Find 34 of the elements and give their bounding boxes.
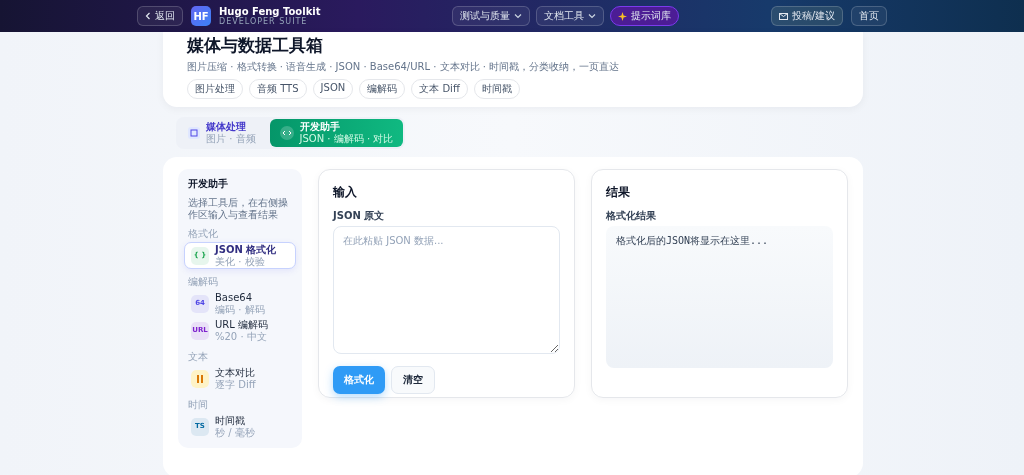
clear-button[interactable]: 清空	[391, 366, 435, 394]
category-tab[interactable]: 媒体处理 图片 · 音频	[178, 119, 266, 147]
chevron-down-icon	[514, 12, 523, 20]
sidebar-description: 选择工具后，在右侧操作区输入与查看结果	[188, 197, 289, 221]
nav-menu-button[interactable]: 测试与质量	[452, 6, 531, 26]
compare-icon	[191, 369, 209, 388]
feedback-button[interactable]: 投稿/建议	[770, 6, 843, 26]
card-title: 结果	[606, 184, 631, 201]
chevron-down-icon	[588, 12, 597, 20]
back-button[interactable]: 返回	[137, 6, 183, 26]
mail-icon	[778, 12, 788, 20]
page-title: 媒体与数据工具箱	[187, 34, 324, 57]
image-icon	[188, 127, 200, 139]
field-label: 格式化结果	[606, 209, 657, 223]
field-label: JSON 原文	[333, 209, 386, 223]
app-title: Hugo Feng Toolkit	[219, 6, 321, 17]
sparkle-icon	[618, 11, 628, 21]
group-label: 时间	[188, 399, 209, 411]
nav-menu-button[interactable]: 文档工具	[536, 6, 605, 26]
page-description: 图片压缩 · 格式转换 · 语音生成 · JSON · Base64/URL · 文本对比 · 时间戳，分类收纳，一页直达	[187, 60, 621, 74]
app-subtitle: DEVELOPER SUITE	[219, 17, 309, 26]
home-button[interactable]: 首页	[851, 6, 887, 26]
group-label: 文本	[188, 351, 209, 363]
chevron-left-icon	[145, 12, 151, 20]
code-icon	[279, 126, 294, 140]
logo: HF	[191, 6, 211, 26]
nav-menu-button[interactable]: 提示词库	[610, 6, 680, 26]
result-output: 格式化后的JSON将显示在这里...	[606, 226, 833, 368]
card-title: 输入	[333, 184, 358, 201]
sidebar-title: 开发助手	[188, 177, 229, 191]
tool-item[interactable]: 文本对比 逐字 Diff	[184, 365, 296, 392]
group-label: 编解码	[188, 276, 219, 288]
group-label: 格式化	[188, 228, 219, 240]
json-input-field[interactable]: 在此粘贴 JSON 数据...	[333, 226, 560, 354]
